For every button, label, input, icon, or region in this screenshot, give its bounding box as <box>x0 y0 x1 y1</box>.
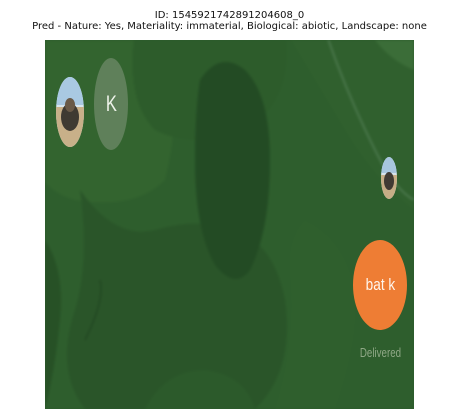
sent-message-bubble[interactable]: bat k <box>353 240 407 330</box>
chat-screenshot-panel: K bat k Delivered <box>45 40 414 409</box>
profile-photo-icon <box>381 157 397 199</box>
contact-avatar[interactable] <box>56 77 84 147</box>
prediction-caption: Pred - Nature: Yes, Materiality: immater… <box>32 21 427 32</box>
message-text: bat k <box>365 275 395 294</box>
sender-avatar[interactable] <box>381 157 397 199</box>
delivery-status: Delivered <box>359 345 401 360</box>
contact-initial: K <box>105 91 117 116</box>
profile-photo-icon <box>56 77 84 147</box>
contact-initial-bubble[interactable]: K <box>94 58 128 150</box>
